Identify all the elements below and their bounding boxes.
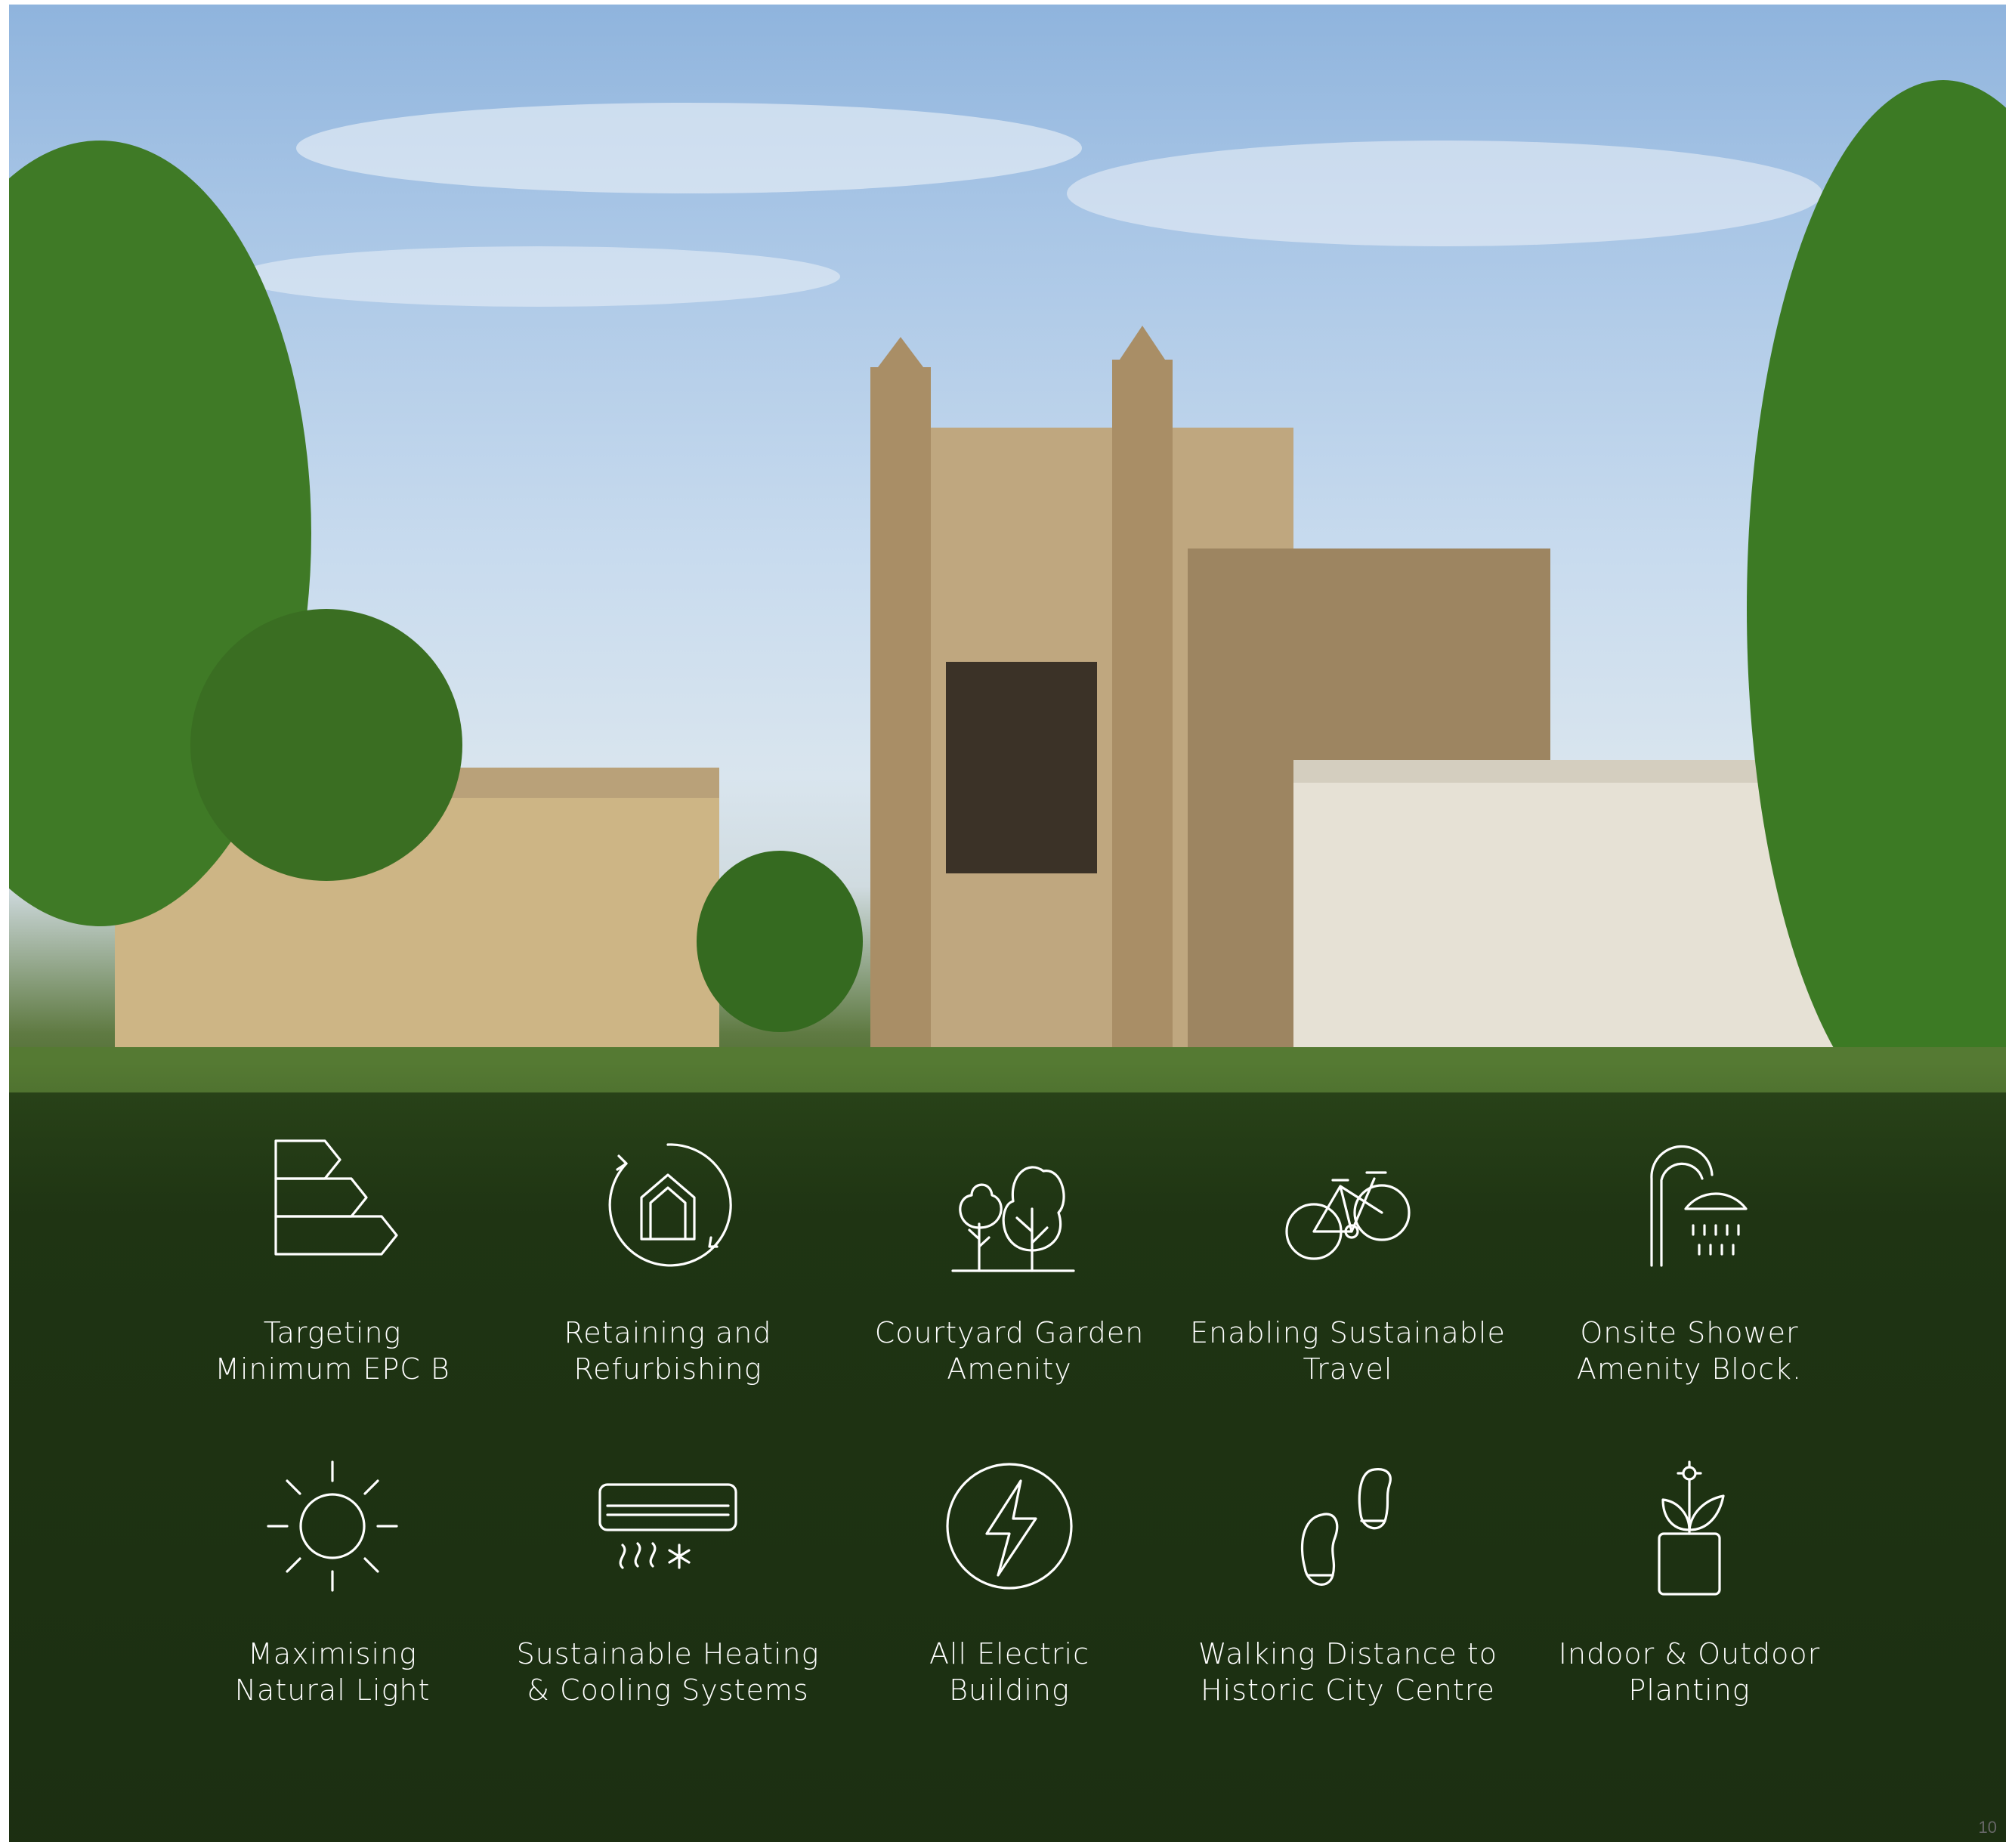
label-line: Enabling Sustainable [1190, 1316, 1506, 1349]
epc-rating-icon [274, 1139, 398, 1256]
feature-label: All Electric Building [843, 1636, 1176, 1708]
lightning-icon [946, 1463, 1073, 1590]
label-line: Courtyard Garden [874, 1316, 1145, 1349]
label-line: Retaining and [564, 1316, 772, 1349]
feature-label: Maximising Natural Light [166, 1636, 499, 1708]
footprints-icon [1300, 1468, 1392, 1586]
feature-travel: Enabling Sustainable Travel [1182, 1133, 1514, 1387]
label-line: Targeting [263, 1316, 402, 1349]
shower-icon [1650, 1145, 1748, 1267]
air-conditioner-icon [598, 1483, 737, 1569]
feature-label: Courtyard Garden Amenity [843, 1315, 1176, 1387]
feature-grid: Targeting Minimum EPC B Retaining and Re… [0, 0, 2015, 1848]
refurbish-house-icon [608, 1143, 732, 1267]
feature-courtyard: Courtyard Garden Amenity [843, 1133, 1176, 1387]
feature-label: Enabling Sustainable Travel [1182, 1315, 1514, 1387]
feature-electric: All Electric Building [843, 1454, 1176, 1708]
sun-icon [267, 1460, 398, 1592]
label-line: Maximising [248, 1637, 417, 1670]
label-line: Building [949, 1673, 1070, 1707]
feature-label: Indoor & Outdoor Planting [1523, 1636, 1856, 1708]
label-line: Indoor & Outdoor [1558, 1637, 1821, 1670]
feature-epc: Targeting Minimum EPC B [166, 1133, 499, 1387]
label-line: Refurbishing [573, 1352, 762, 1386]
feature-label: Walking Distance to Historic City Centre [1182, 1636, 1514, 1708]
feature-planting: Indoor & Outdoor Planting [1523, 1454, 1856, 1708]
label-line: Onsite Shower [1580, 1316, 1799, 1349]
trees-icon [951, 1166, 1075, 1272]
potted-plant-icon [1658, 1460, 1725, 1596]
label-line: Historic City Centre [1201, 1673, 1495, 1707]
label-line: Sustainable Heating [516, 1637, 820, 1670]
feature-heating: Sustainable Heating & Cooling Systems [502, 1454, 834, 1708]
bicycle-icon [1285, 1171, 1411, 1260]
feature-light: Maximising Natural Light [166, 1454, 499, 1708]
label-line: Travel [1303, 1352, 1393, 1386]
label-line: Amenity [947, 1352, 1072, 1386]
label-line: & Cooling Systems [527, 1673, 809, 1707]
page-number: 10 [1978, 1818, 1997, 1837]
feature-label: Sustainable Heating & Cooling Systems [502, 1636, 834, 1708]
label-line: Walking Distance to [1198, 1637, 1497, 1670]
feature-shower: Onsite Shower Amenity Block. [1523, 1133, 1856, 1387]
feature-refurbish: Retaining and Refurbishing [502, 1133, 834, 1387]
label-line: Amenity Block. [1576, 1352, 1803, 1386]
label-line: All Electric [929, 1637, 1089, 1670]
label-line: Planting [1628, 1673, 1751, 1707]
feature-label: Onsite Shower Amenity Block. [1523, 1315, 1856, 1387]
label-line: Natural Light [234, 1673, 431, 1707]
feature-label: Retaining and Refurbishing [502, 1315, 834, 1387]
label-line: Minimum EPC B [215, 1352, 450, 1386]
feature-walking: Walking Distance to Historic City Centre [1182, 1454, 1514, 1708]
feature-label: Targeting Minimum EPC B [166, 1315, 499, 1387]
